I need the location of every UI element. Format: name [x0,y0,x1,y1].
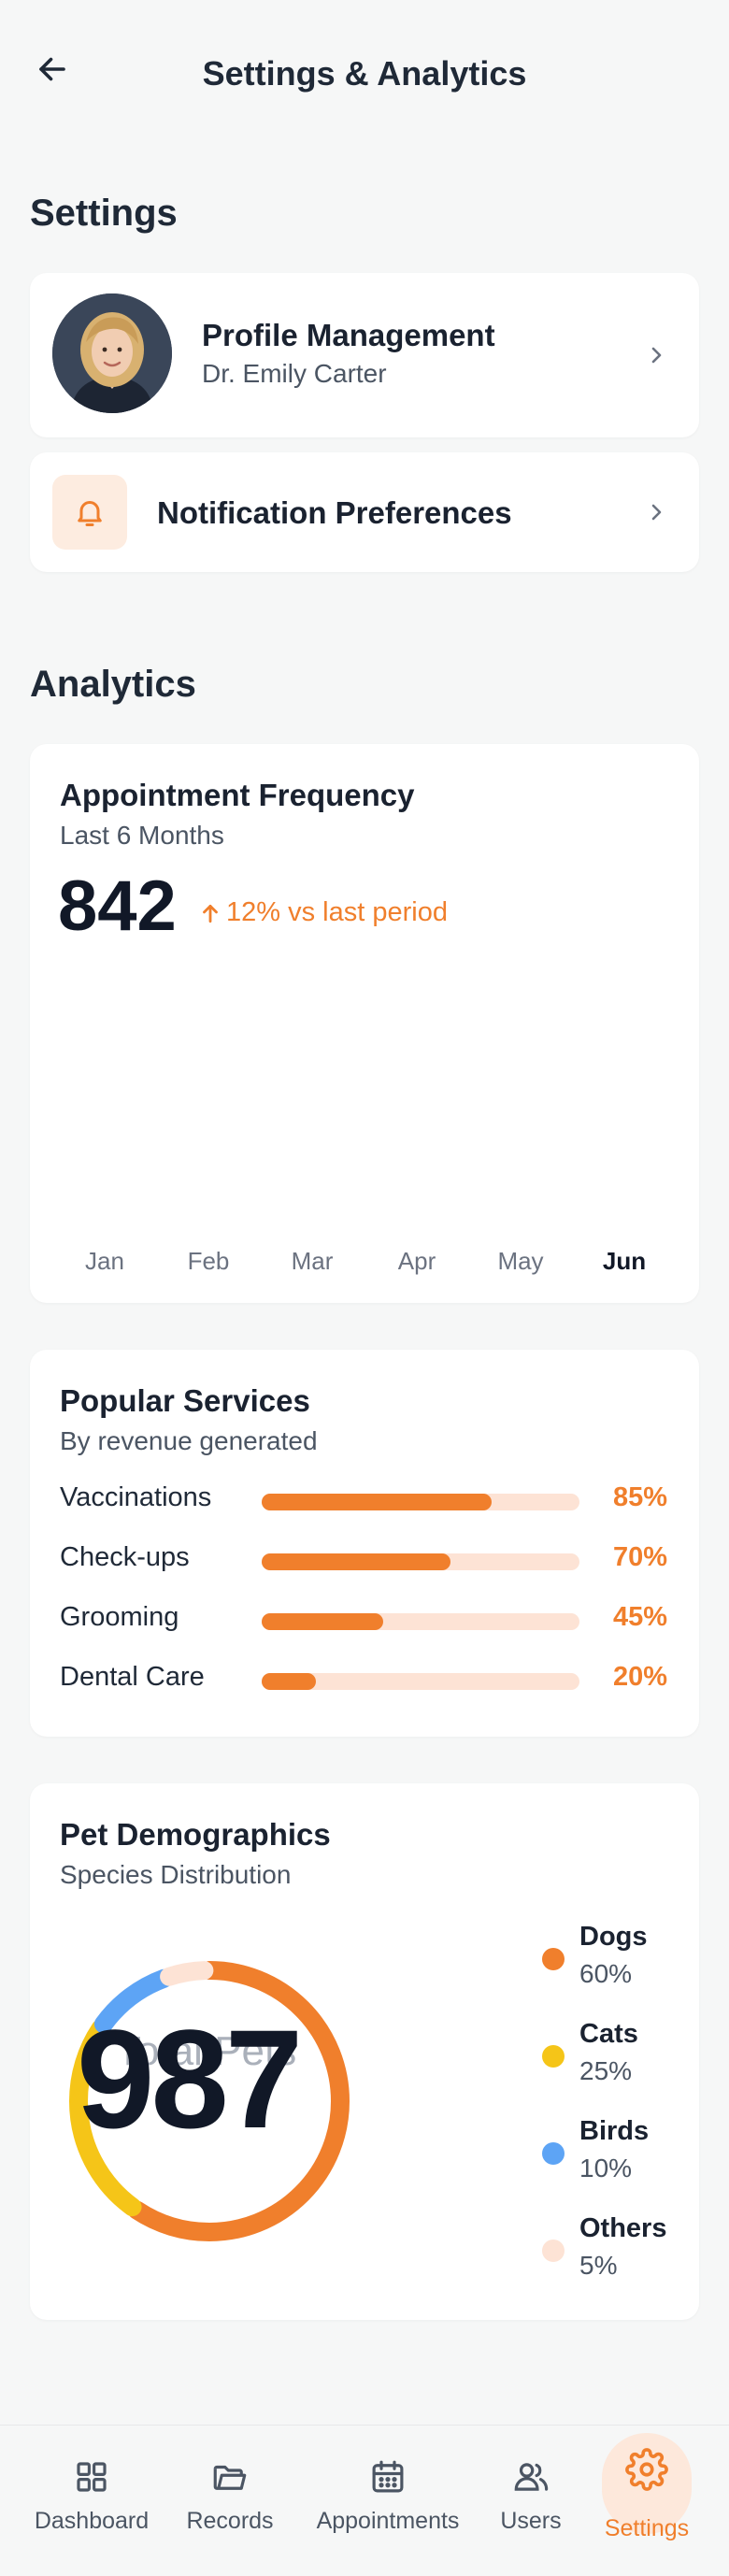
service-label: Dental Care [60,1662,205,1692]
popular-services-title: Popular Services [60,1383,310,1418]
app-header: Settings & Analytics [0,0,729,150]
nav-label-appointments: Appointments [316,2508,460,2534]
grid-icon [77,2462,107,2492]
legend-name: Cats [579,2019,638,2049]
popular-services-card: Popular Services By revenue generated Va… [30,1350,699,1737]
nav-item-appointments[interactable]: Appointments [310,2457,465,2535]
trend-indicator: 12% vs last period [198,897,448,928]
pet-demographics-subtitle: Species Distribution [60,1860,292,1889]
nav-label-records: Records [186,2508,274,2534]
service-percentage: 20% [612,1662,667,1692]
service-bar-track [262,1553,579,1570]
legend-dot [542,1948,565,1970]
service-label: Check-ups [60,1542,190,1572]
legend-value: 60% [579,1959,633,1988]
month-label: Mar [291,1247,334,1275]
legend-name: Others [579,2213,667,2243]
profile-name: Dr. Emily Carter [202,359,387,388]
service-percentage: 45% [612,1602,667,1632]
appointment-frequency-subtitle: Last 6 Months [60,821,224,850]
month-label: May [497,1247,544,1275]
legend-dot [542,2142,565,2165]
avatar [52,293,172,413]
analytics-section-title: Analytics [30,664,196,705]
month-label: Apr [397,1247,436,1275]
notification-preferences-title: Notification Preferences [157,495,512,530]
popular-services-subtitle: By revenue generated [60,1426,318,1455]
service-percentage: 70% [612,1542,667,1572]
legend-dot [542,2045,565,2068]
service-label: Grooming [60,1602,179,1632]
calendar-icon [372,2460,404,2493]
legend-value: 10% [579,2154,633,2182]
legend-name: Birds [579,2116,650,2146]
legend-name: Dogs [579,1922,648,1952]
nav-label-users: Users [500,2508,562,2534]
service-bar-track [262,1494,579,1510]
service-bar-track [262,1673,579,1690]
appointment-total: 842 [58,866,177,946]
pet-demographics-card: Pet Demographics Species Distribution To… [30,1783,699,2320]
notification-preferences-card[interactable]: Notification Preferences [30,452,699,572]
profile-management-title: Profile Management [202,318,495,352]
trend-text: 12% vs last period [226,897,448,927]
folder-icon [213,2465,247,2490]
bottom-navigation: Dashboard Records Appointments Users Set… [0,2425,729,2576]
appointment-frequency-title: Appointment Frequency [60,778,415,812]
service-bar-fill [262,1553,451,1570]
month-label: Feb [187,1247,230,1275]
nav-item-users[interactable]: Users [493,2457,568,2535]
nav-item-records[interactable]: Records [181,2457,279,2535]
nav-item-dashboard[interactable]: Dashboard [34,2457,150,2535]
month-label: Jan [85,1247,124,1275]
nav-item-settings[interactable]: Settings [591,2448,703,2542]
chevron-right-icon [651,347,662,364]
profile-management-card[interactable]: Profile Management Dr. Emily Carter [30,273,699,437]
arrow-up-icon [203,904,218,923]
legend-value: 25% [579,2056,633,2085]
users-icon [514,2463,549,2491]
donut-center-value: 987 [77,2000,303,2157]
bell-icon-box [52,475,127,550]
gear-icon [625,2448,668,2491]
month-label-active: Jun [602,1247,647,1275]
service-bar-fill [262,1613,384,1630]
nav-label-dashboard: Dashboard [34,2508,150,2534]
pet-demographics-title: Pet Demographics [60,1817,331,1852]
chevron-right-icon [651,504,662,521]
legend-value: 5% [579,2251,618,2280]
nav-label-settings: Settings [604,2515,690,2541]
bell-icon [78,501,102,526]
appointment-frequency-card: Appointment Frequency Last 6 Months 842 … [30,744,699,1303]
page-title: Settings & Analytics [202,54,527,93]
legend-dot [542,2240,565,2262]
service-percentage: 85% [612,1482,667,1512]
service-bar-track [262,1613,579,1630]
service-label: Vaccinations [60,1482,212,1512]
service-bar-fill [262,1494,492,1510]
settings-section-title: Settings [30,193,178,234]
service-bar-fill [262,1673,316,1690]
